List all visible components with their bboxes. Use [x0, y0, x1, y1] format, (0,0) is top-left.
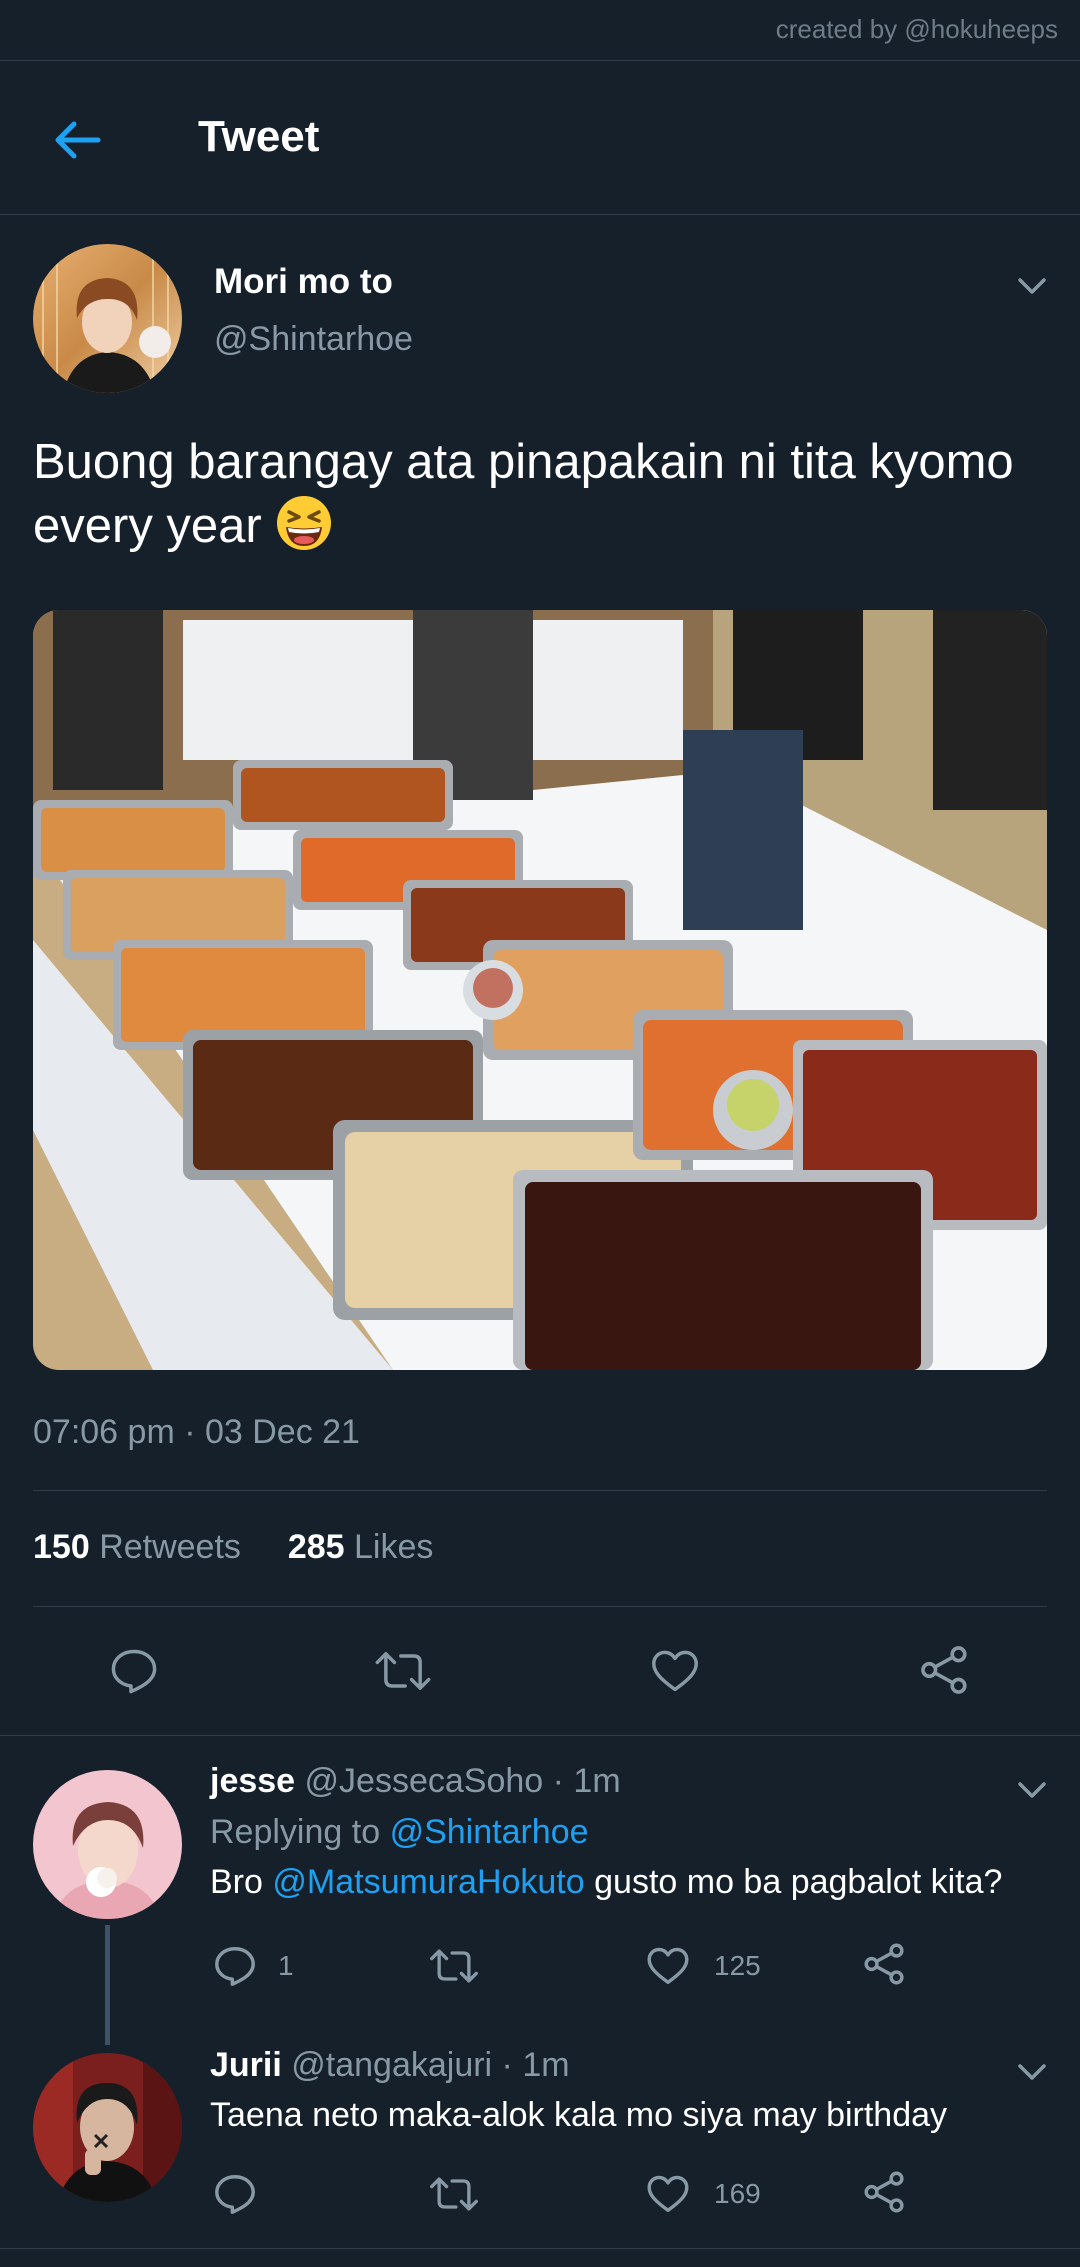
retweet-icon	[430, 2177, 478, 2211]
page-title: Tweet	[198, 112, 320, 161]
like-button[interactable]	[648, 1645, 702, 1697]
tweet-stats: 150 Retweets 285 Likes	[33, 1528, 433, 1567]
food-buffet-image	[33, 610, 1047, 1370]
reply-like-button[interactable]: 125	[644, 1943, 761, 1989]
reply-retweet-button[interactable]	[428, 1943, 480, 1994]
tweet-photo[interactable]	[33, 610, 1047, 1370]
reply-share-button[interactable]	[862, 1941, 908, 1992]
share-icon	[921, 1646, 967, 1694]
reply-author-meta[interactable]: @tangakajuri · 1m	[291, 2046, 569, 2084]
reply-avatar[interactable]	[33, 1770, 182, 1919]
chevron-down-icon	[1018, 2064, 1046, 2080]
reply-divider	[0, 2248, 1080, 2249]
heart-icon	[647, 1947, 689, 1985]
reply-text: Taena neto maka-alok kala mo siya may bi…	[210, 2096, 948, 2134]
reply-like-button[interactable]: 169	[644, 2171, 761, 2217]
replying-to-handle[interactable]: @Shintarhoe	[390, 1813, 589, 1851]
like-count: 125	[714, 1950, 761, 1981]
reply-author-name[interactable]: Jurii	[210, 2046, 282, 2084]
arrow-left-icon	[55, 121, 101, 159]
reply-button[interactable]	[108, 1645, 160, 1697]
retweet-button[interactable]	[373, 1645, 433, 1697]
author-avatar[interactable]	[33, 244, 182, 393]
reply-menu-button[interactable]	[1014, 1772, 1050, 1813]
likes-label: Likes	[354, 1528, 434, 1566]
reply-retweet-button[interactable]	[428, 2171, 480, 2222]
reply-count: 1	[278, 1950, 294, 1981]
reply-icon	[111, 1649, 157, 1694]
reply-author-meta[interactable]: @JessecaSoho · 1m	[305, 1762, 621, 1800]
likes-count: 285	[287, 1528, 345, 1566]
top-divider	[0, 60, 1080, 61]
thread-line	[105, 1925, 110, 2045]
retweet-icon	[375, 1652, 431, 1690]
likes-stat[interactable]: 285 Likes	[288, 1528, 434, 1566]
reply-header: Jurii @tangakajuri · 1m	[210, 2046, 570, 2085]
reply-share-button[interactable]	[862, 2169, 908, 2220]
share-icon	[864, 2171, 904, 2213]
mention-link[interactable]: @MatsumuraHokuto	[272, 1863, 584, 1901]
chevron-down-icon	[1018, 1782, 1046, 1798]
replying-to-label: Replying to	[210, 1813, 381, 1851]
author-name[interactable]: Mori mo to	[214, 262, 393, 302]
timestamp-divider	[33, 1490, 1047, 1491]
reply-icon	[215, 1947, 255, 1986]
chevron-down-icon	[1018, 278, 1046, 294]
tweet-text: Buong barangay ata pinapakain ni tita ky…	[33, 430, 1033, 558]
reply-avatar[interactable]	[33, 2053, 182, 2202]
actions-divider	[0, 1735, 1080, 1736]
reply-menu-button[interactable]	[1014, 2054, 1050, 2095]
heart-icon	[652, 1650, 698, 1692]
reply-icon	[215, 2175, 255, 2214]
retweets-count: 150	[33, 1528, 90, 1566]
reply-reply-button[interactable]	[212, 2171, 258, 2222]
retweet-icon	[430, 1949, 478, 1983]
reply-text-prefix: Bro	[210, 1863, 263, 1901]
reply-text-suffix: gusto mo ba pagbalot kita?	[594, 1863, 1003, 1901]
heart-icon	[647, 2175, 689, 2213]
reply-header: jesse @JessecaSoho · 1m	[210, 1762, 621, 1801]
retweets-label: Retweets	[99, 1528, 241, 1566]
back-button[interactable]	[50, 112, 106, 168]
tweet-text-content: Buong barangay ata pinapakain ni tita ky…	[33, 435, 1014, 553]
replying-to: Replying to @Shintarhoe	[210, 1813, 589, 1852]
author-handle[interactable]: @Shintarhoe	[214, 320, 413, 359]
header-divider	[0, 214, 1080, 215]
tweet-timestamp: 07:06 pm · 03 Dec 21	[33, 1413, 360, 1451]
share-icon	[864, 1943, 904, 1985]
like-count: 169	[714, 2178, 761, 2209]
stats-divider	[33, 1606, 1047, 1607]
tweet-menu-button[interactable]	[1014, 268, 1050, 309]
grinning-squinting-face-icon	[277, 496, 332, 550]
reply-reply-button[interactable]: 1	[212, 1943, 294, 1989]
reply-text: Bro @MatsumuraHokuto gusto mo ba pagbalo…	[210, 1863, 1002, 1902]
share-button[interactable]	[918, 1643, 972, 1697]
reply-author-name[interactable]: jesse	[210, 1762, 295, 1800]
retweets-stat[interactable]: 150 Retweets	[33, 1528, 241, 1566]
creator-credit: created by @hokuheeps	[775, 14, 1058, 44]
